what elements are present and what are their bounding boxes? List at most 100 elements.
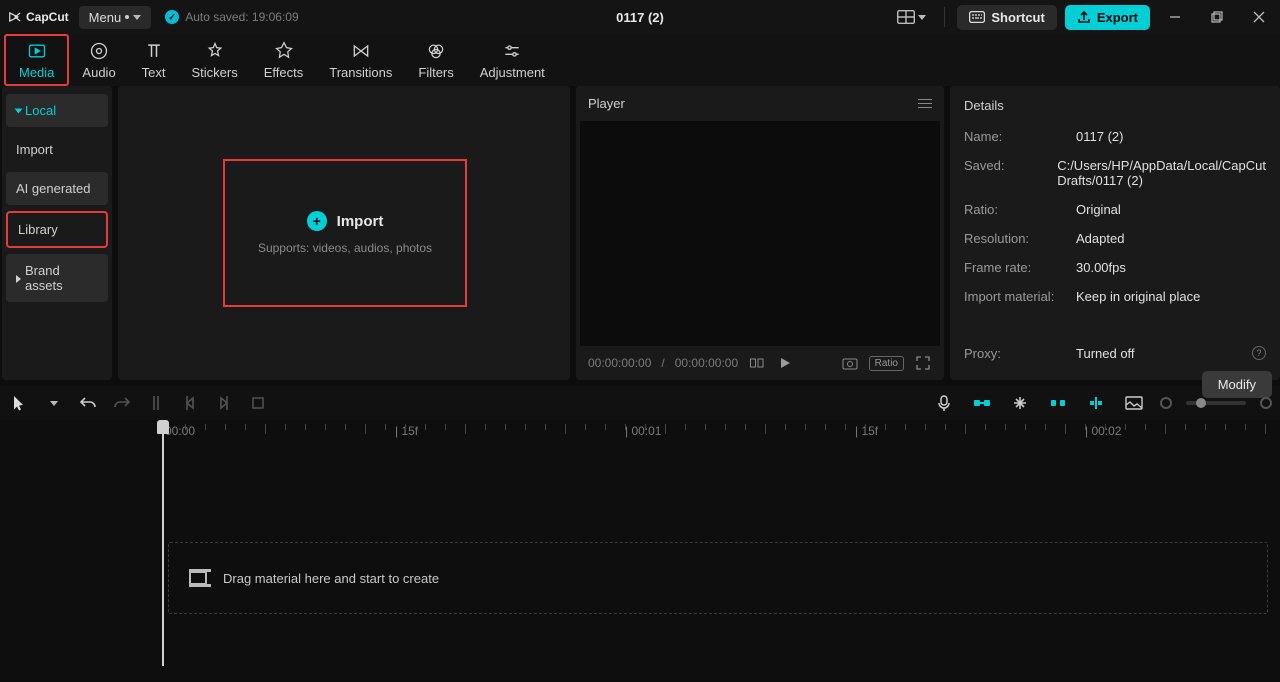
magnet-main-button[interactable] xyxy=(970,391,994,415)
transitions-icon xyxy=(350,40,372,62)
split-button xyxy=(144,391,168,415)
info-icon[interactable]: ? xyxy=(1252,346,1266,360)
shortcut-button[interactable]: Shortcut xyxy=(957,5,1056,30)
player-footer: 00:00:00:00 / 00:00:00:00 Ratio xyxy=(576,346,944,380)
redo-button xyxy=(110,391,134,415)
playhead[interactable] xyxy=(162,420,164,666)
zoom-out-button[interactable] xyxy=(1160,397,1172,409)
primary-tabs: Media Audio Text Stickers Effects Transi… xyxy=(0,34,1280,86)
timeline-ruler[interactable]: 00:00| 15f| 00:01| 15f| 00:02 xyxy=(165,420,1280,446)
undo-button[interactable] xyxy=(76,391,100,415)
brand: CapCut xyxy=(4,10,73,24)
tab-stickers[interactable]: Stickers xyxy=(179,36,251,84)
tab-effects[interactable]: Effects xyxy=(251,36,317,84)
compare-icon[interactable] xyxy=(748,354,766,372)
sidebar-item-local[interactable]: Local xyxy=(6,94,108,127)
export-icon xyxy=(1077,10,1091,24)
dropzone-subtitle: Supports: videos, audios, photos xyxy=(258,241,432,255)
snapshot-icon[interactable] xyxy=(841,354,859,372)
detail-import-material: Import material:Keep in original place xyxy=(964,289,1266,304)
tab-label: Audio xyxy=(82,65,115,80)
filters-icon xyxy=(425,40,447,62)
audio-icon xyxy=(88,40,110,62)
select-chevron[interactable] xyxy=(42,391,66,415)
ruler-label: | 15f xyxy=(395,424,418,438)
dropzone-title: Import xyxy=(337,213,384,230)
tab-text[interactable]: Text xyxy=(129,36,179,84)
sidebar-item-brand-assets[interactable]: Brand assets xyxy=(6,254,108,302)
select-tool[interactable] xyxy=(8,391,32,415)
tab-transitions[interactable]: Transitions xyxy=(316,36,405,84)
tab-adjustment[interactable]: Adjustment xyxy=(467,36,558,84)
close-button[interactable] xyxy=(1242,3,1276,31)
detail-saved: Saved:C:/Users/HP/AppData/Local/CapCut D… xyxy=(964,158,1266,188)
detail-name: Name:0117 (2) xyxy=(964,129,1266,144)
titlebar: CapCut Menu ✓ Auto saved: 19:06:09 0117 … xyxy=(0,0,1280,34)
time-duration: 00:00:00:00 xyxy=(675,356,738,370)
fullscreen-icon[interactable] xyxy=(914,354,932,372)
sidebar-item-import[interactable]: Import xyxy=(6,133,108,166)
maximize-button[interactable] xyxy=(1200,3,1234,31)
trim-left-button xyxy=(178,391,202,415)
cover-button[interactable] xyxy=(1122,391,1146,415)
trim-right-button xyxy=(212,391,236,415)
tab-label: Text xyxy=(142,65,166,80)
menu-label: Menu xyxy=(89,10,122,25)
detail-resolution: Resolution:Adapted xyxy=(964,231,1266,246)
timeline[interactable]: 00:00| 15f| 00:01| 15f| 00:02 Drag mater… xyxy=(0,420,1280,680)
ratio-button[interactable]: Ratio xyxy=(869,356,904,371)
zoom-in-button[interactable] xyxy=(1260,397,1272,409)
plus-circle-icon: + xyxy=(307,211,327,231)
minimize-button[interactable] xyxy=(1158,3,1192,31)
tab-audio[interactable]: Audio xyxy=(69,36,128,84)
preview-axis-button[interactable] xyxy=(1084,391,1108,415)
caret-icon xyxy=(16,275,21,283)
dot-icon xyxy=(125,15,129,19)
ruler-label: | 15f xyxy=(855,424,878,438)
tab-media[interactable]: Media xyxy=(4,34,69,86)
tab-label: Adjustment xyxy=(480,65,545,80)
chevron-down-icon xyxy=(133,15,141,20)
magnet-button[interactable] xyxy=(1046,391,1070,415)
link-tracks-button[interactable] xyxy=(1008,391,1032,415)
player-viewport xyxy=(580,121,940,346)
media-icon xyxy=(26,40,48,62)
sidebar-item-label: Import xyxy=(16,142,53,157)
titlebar-right: Shortcut Export xyxy=(891,3,1276,31)
sidebar-item-label: Library xyxy=(18,222,58,237)
delete-button xyxy=(246,391,270,415)
sidebar-item-ai-generated[interactable]: AI generated xyxy=(6,172,108,205)
timeline-track-empty[interactable]: Drag material here and start to create xyxy=(168,542,1268,614)
media-sidebar: Local Import AI generated Library Brand … xyxy=(2,86,112,380)
export-button[interactable]: Export xyxy=(1065,5,1150,30)
toolbar-right xyxy=(932,391,1272,415)
play-button[interactable] xyxy=(776,354,794,372)
chevron-down-icon xyxy=(918,15,926,20)
divider xyxy=(944,7,945,27)
shortcut-label: Shortcut xyxy=(991,10,1044,25)
menu-button[interactable]: Menu xyxy=(79,6,152,29)
tab-label: Transitions xyxy=(329,65,392,80)
stickers-icon xyxy=(204,40,226,62)
player-header: Player xyxy=(576,86,944,121)
tab-filters[interactable]: Filters xyxy=(405,36,466,84)
timeline-hint: Drag material here and start to create xyxy=(223,571,439,586)
details-rows: Name:0117 (2) Saved:C:/Users/HP/AppData/… xyxy=(950,125,1280,365)
sidebar-item-library[interactable]: Library xyxy=(6,211,108,248)
details-panel: Details Name:0117 (2) Saved:C:/Users/HP/… xyxy=(950,86,1280,380)
player-panel: Player 00:00:00:00 / 00:00:00:00 Ratio xyxy=(576,86,944,380)
sidebar-item-label: AI generated xyxy=(16,181,90,196)
tab-label: Media xyxy=(19,65,54,80)
detail-framerate: Frame rate:30.00fps xyxy=(964,260,1266,275)
layout-button[interactable] xyxy=(891,10,932,24)
player-menu-button[interactable] xyxy=(918,99,932,108)
time-sep: / xyxy=(661,356,664,370)
autosave-status: ✓ Auto saved: 19:06:09 xyxy=(165,10,298,24)
dropzone-header: + Import xyxy=(307,211,384,231)
zoom-slider[interactable] xyxy=(1186,401,1246,405)
layout-icon xyxy=(897,10,915,24)
import-dropzone[interactable]: + Import Supports: videos, audios, photo… xyxy=(223,159,467,307)
caret-icon xyxy=(15,108,23,113)
record-audio-button[interactable] xyxy=(932,391,956,415)
tab-label: Stickers xyxy=(192,65,238,80)
